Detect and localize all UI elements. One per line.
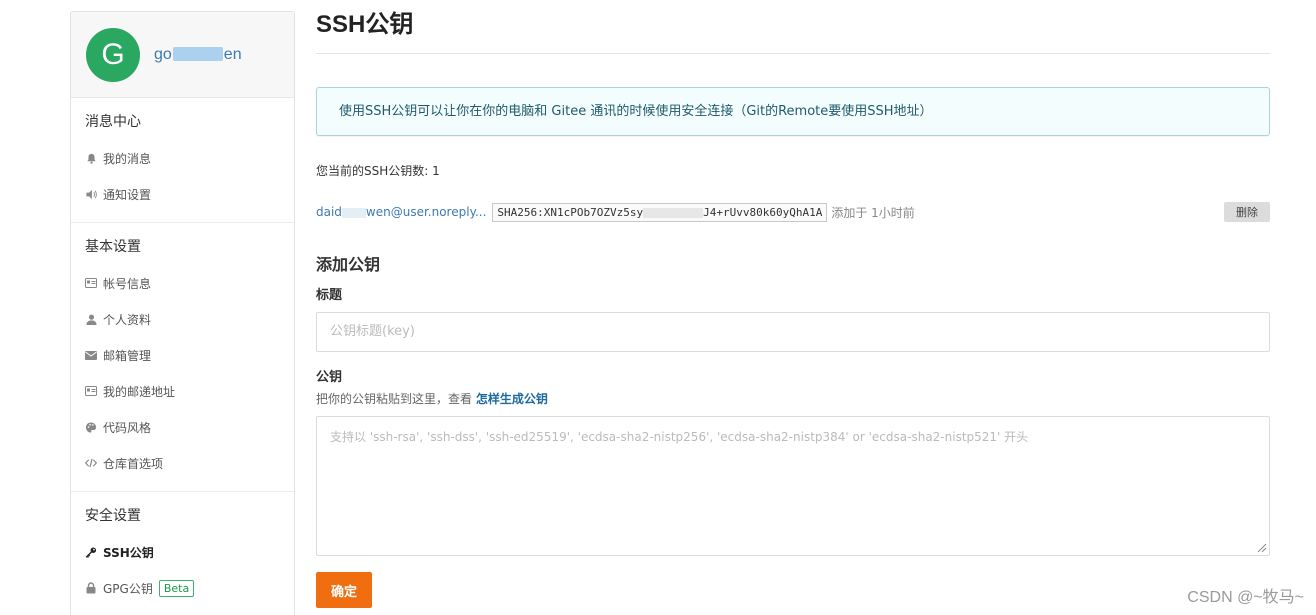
sidebar-item-label: 邮箱管理 (103, 348, 152, 363)
sidebar-item-gpg-keys[interactable]: GPG公钥 Beta (71, 570, 294, 606)
key-fingerprint: SHA256:XN1cPOb7OZVz5sy J4+rUvv80k60yQhA1A (492, 202, 828, 222)
lock-icon (85, 582, 97, 594)
key-hint: 把你的公钥粘贴到这里，查看 怎样生成公钥 (316, 391, 1270, 407)
section-title-security: 安全设置 (85, 508, 141, 524)
sidebar-item-label: 我的邮递地址 (103, 384, 176, 399)
sidebar-item-label: GPG公钥 (103, 581, 153, 596)
fingerprint-suffix: J4+rUvv80k60yQhA1A (703, 205, 823, 219)
palette-icon (85, 421, 97, 433)
ssh-key-row: daid wen@user.noreply... SHA256:XN1cPOb7O… (316, 201, 1270, 223)
menu-section-messages: 消息中心 我的消息 通知设置 (71, 98, 294, 223)
sidebar-item-label: 帐号信息 (103, 276, 152, 291)
envelope-icon (85, 349, 97, 361)
resize-handle-icon[interactable] (1255, 541, 1267, 553)
beta-badge: Beta (158, 579, 195, 597)
sidebar-item-label: 代码风格 (103, 420, 152, 435)
sidebar-item-email[interactable]: 邮箱管理 (71, 337, 294, 373)
menu-section-basic: 基本设置 帐号信息 个人资料 邮箱管理 我的邮递地址 代码风格 仓库首选项 (71, 223, 294, 492)
ssh-key-count: 您当前的SSH公钥数: 1 (316, 164, 440, 178)
avatar[interactable]: G (86, 27, 140, 82)
key-label: 公钥 (316, 370, 343, 385)
username-prefix: go (154, 45, 172, 63)
address-card-icon (85, 385, 97, 397)
public-key-textarea[interactable]: 支持以 'ssh-rsa', 'ssh-dss', 'ssh-ed25519',… (316, 416, 1270, 556)
sidebar-item-label: 仓库首选项 (103, 456, 164, 471)
page-title: SSH公钥 (316, 10, 1270, 54)
id-card-icon (85, 277, 97, 289)
sidebar-item-repo-preferences[interactable]: 仓库首选项 (71, 445, 294, 481)
profile-header: G go en (71, 12, 294, 98)
user-icon (85, 313, 97, 325)
info-banner: 使用SSH公钥可以让你在你的电脑和 Gitee 通讯的时候使用安全连接（Git的… (316, 87, 1270, 136)
sidebar-item-notification-settings[interactable]: 通知设置 (71, 176, 294, 212)
key-email-suffix: wen@user.noreply... (365, 205, 487, 219)
hint-text: 把你的公钥粘贴到这里，查看 (316, 392, 476, 406)
menu-section-security: 安全设置 SSH公钥 GPG公钥 Beta (71, 492, 294, 615)
redaction-mask (172, 47, 223, 62)
username-suffix: en (223, 45, 242, 63)
code-icon (85, 457, 97, 469)
username-link[interactable]: go en (154, 46, 242, 64)
sidebar-item-account-info[interactable]: 帐号信息 (71, 265, 294, 301)
confirm-button[interactable]: 确定 (316, 572, 372, 608)
speaker-icon (85, 188, 97, 200)
textarea-placeholder: 支持以 'ssh-rsa', 'ssh-dss', 'ssh-ed25519',… (330, 430, 1029, 444)
redaction-mask (341, 207, 366, 218)
sidebar-item-address[interactable]: 我的邮递地址 (71, 373, 294, 409)
sidebar-item-label: 我的消息 (103, 151, 152, 166)
main-content: SSH公钥 使用SSH公钥可以让你在你的电脑和 Gitee 通讯的时候使用安全连… (316, 0, 1270, 608)
watermark: CSDN @~牧马~ (1187, 589, 1304, 606)
sidebar-item-ssh-keys[interactable]: SSH公钥 (71, 534, 294, 570)
fingerprint-prefix: SHA256:XN1cPOb7OZVz5sy (497, 205, 644, 219)
key-email-prefix: daid (316, 205, 342, 219)
sidebar-item-profile[interactable]: 个人资料 (71, 301, 294, 337)
section-title-messages: 消息中心 (85, 114, 141, 130)
sidebar-item-my-messages[interactable]: 我的消息 (71, 140, 294, 176)
how-to-generate-link[interactable]: 怎样生成公钥 (476, 392, 548, 406)
key-title-link[interactable]: daid wen@user.noreply... (316, 205, 486, 219)
sidebar-item-label: 个人资料 (103, 312, 152, 327)
settings-sidebar: G go en 消息中心 我的消息 通知设置 基本设置 帐号信息 个人资料 邮箱… (70, 11, 295, 615)
sidebar-item-code-style[interactable]: 代码风格 (71, 409, 294, 445)
add-key-heading: 添加公钥 (316, 255, 381, 274)
redaction-mask (643, 207, 704, 218)
section-title-basic: 基本设置 (85, 239, 141, 255)
key-icon (85, 546, 97, 558)
delete-key-button[interactable]: 删除 (1224, 202, 1270, 222)
bell-icon (85, 152, 97, 164)
title-label: 标题 (316, 288, 343, 303)
sidebar-item-label: SSH公钥 (103, 545, 154, 560)
key-added-time: 添加于 1小时前 (831, 205, 915, 220)
key-title-input[interactable]: 公钥标题(key) (316, 312, 1270, 352)
sidebar-item-label: 通知设置 (103, 187, 152, 202)
